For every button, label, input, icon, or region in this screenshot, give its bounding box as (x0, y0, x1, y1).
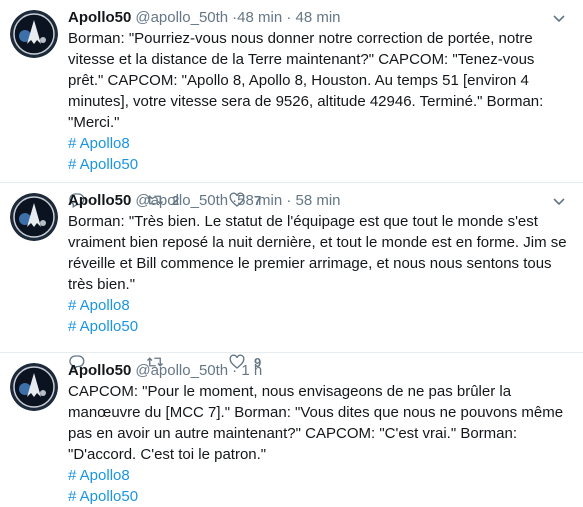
hashtag-link[interactable]: # Apollo50 (68, 486, 571, 507)
tweet[interactable]: Apollo50 @apollo_50th ·58 min · 58 min B… (0, 183, 583, 370)
display-name[interactable]: Apollo50 (68, 8, 131, 28)
display-name[interactable]: Apollo50 (68, 361, 131, 381)
avatar[interactable] (10, 193, 58, 241)
tweet-timeline: Apollo50 @apollo_50th ·48 min · 48 min B… (0, 0, 583, 505)
tweet-text: CAPCOM: "Pour le moment, nous envisageon… (68, 383, 564, 463)
tweet-text: Borman: "Pourriez-vous nous donner notre… (68, 30, 544, 131)
tweet-text: Borman: "Très bien. Le statut de l'équip… (68, 213, 567, 293)
chevron-down-icon[interactable] (551, 10, 567, 26)
avatar[interactable] (10, 363, 58, 411)
timestamp[interactable]: ·58 min · 58 min (232, 191, 340, 211)
display-name[interactable]: Apollo50 (68, 191, 131, 211)
handle[interactable]: @apollo_50th (135, 191, 228, 211)
handle[interactable]: @apollo_50th (135, 361, 228, 381)
timestamp[interactable]: ·48 min · 48 min (232, 8, 340, 28)
apollo-nasa-patch-icon (10, 363, 58, 411)
tweet[interactable]: Apollo50 @apollo_50th · 1 h CAPCOM: "Pou… (0, 353, 583, 505)
handle[interactable]: @apollo_50th (135, 8, 228, 28)
hashtag-link[interactable]: # Apollo50 (68, 316, 571, 337)
hashtag-link[interactable]: # Apollo8 (68, 133, 571, 154)
hashtag-link[interactable]: # Apollo8 (68, 295, 571, 316)
chevron-down-icon[interactable] (551, 193, 567, 209)
hashtag-link[interactable]: # Apollo50 (68, 154, 571, 175)
avatar[interactable] (10, 10, 58, 58)
tweet[interactable]: Apollo50 @apollo_50th ·48 min · 48 min B… (0, 0, 583, 208)
timestamp[interactable]: · 1 h (232, 361, 262, 381)
hashtag-link[interactable]: # Apollo8 (68, 465, 571, 486)
apollo-nasa-patch-icon (10, 193, 58, 241)
apollo-nasa-patch-icon (10, 10, 58, 58)
